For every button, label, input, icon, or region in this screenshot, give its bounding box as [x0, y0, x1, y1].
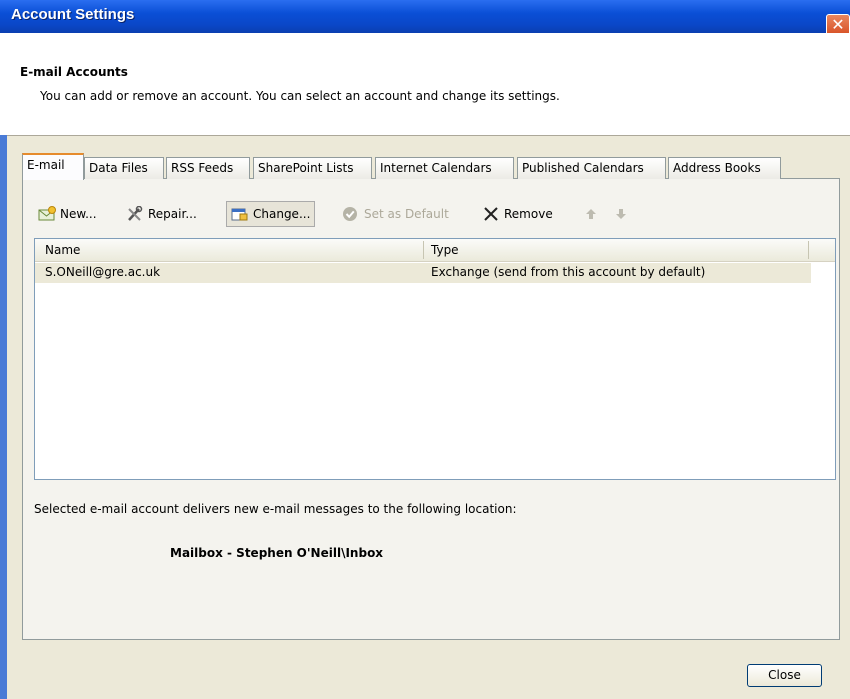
tab-published-calendars[interactable]: Published Calendars — [517, 157, 666, 179]
window-title: Account Settings — [11, 6, 135, 23]
change-button[interactable]: Change... — [226, 201, 316, 227]
accounts-list[interactable]: Name Type S.ONeill@gre.ac.uk Exchange (s… — [34, 238, 836, 480]
remove-button-label: Remove — [504, 207, 553, 221]
tab-internet-calendars[interactable]: Internet Calendars — [375, 157, 514, 179]
change-button-label: Change... — [253, 207, 311, 221]
list-header: Name Type — [35, 239, 835, 262]
title-bar: Account Settings — [0, 0, 850, 33]
arrow-down-icon — [616, 209, 626, 219]
window-left-border — [0, 135, 7, 699]
change-settings-icon — [231, 208, 248, 221]
arrow-up-icon — [586, 209, 596, 219]
remove-button[interactable]: Remove — [482, 201, 553, 227]
account-name: S.ONeill@gre.ac.uk — [45, 265, 161, 279]
header-panel: E-mail Accounts You can add or remove an… — [0, 33, 850, 136]
new-button-label: New... — [60, 207, 97, 221]
column-divider[interactable] — [423, 241, 424, 259]
account-row[interactable]: S.ONeill@gre.ac.uk Exchange (send from t… — [35, 263, 811, 283]
delivery-location: Mailbox - Stephen O'Neill\Inbox — [170, 546, 384, 560]
move-up-button[interactable] — [582, 201, 604, 227]
repair-tools-icon — [128, 206, 143, 221]
tab-data-files[interactable]: Data Files — [84, 157, 164, 179]
tab-email[interactable]: E-mail — [22, 153, 84, 180]
tab-address-books[interactable]: Address Books — [668, 157, 781, 179]
column-header-name[interactable]: Name — [45, 243, 80, 257]
header-description: You can add or remove an account. You ca… — [40, 89, 560, 103]
tab-sharepoint-lists[interactable]: SharePoint Lists — [253, 157, 372, 179]
new-button[interactable]: New... — [38, 201, 97, 227]
header-title: E-mail Accounts — [20, 65, 128, 79]
column-header-type[interactable]: Type — [431, 243, 459, 257]
set-default-button[interactable]: Set as Default — [342, 201, 449, 227]
remove-x-icon — [484, 207, 498, 221]
delivery-info-text: Selected e-mail account delivers new e-m… — [34, 502, 517, 516]
repair-button[interactable]: Repair... — [126, 201, 197, 227]
close-button[interactable]: Close — [747, 664, 822, 687]
column-divider[interactable] — [808, 241, 809, 259]
set-default-button-label: Set as Default — [364, 207, 449, 221]
account-type: Exchange (send from this account by defa… — [431, 265, 706, 279]
new-mail-icon — [38, 206, 56, 221]
repair-button-label: Repair... — [148, 207, 197, 221]
tab-rss-feeds[interactable]: RSS Feeds — [166, 157, 250, 179]
move-down-button[interactable] — [612, 201, 634, 227]
checkmark-circle-icon — [343, 207, 357, 221]
